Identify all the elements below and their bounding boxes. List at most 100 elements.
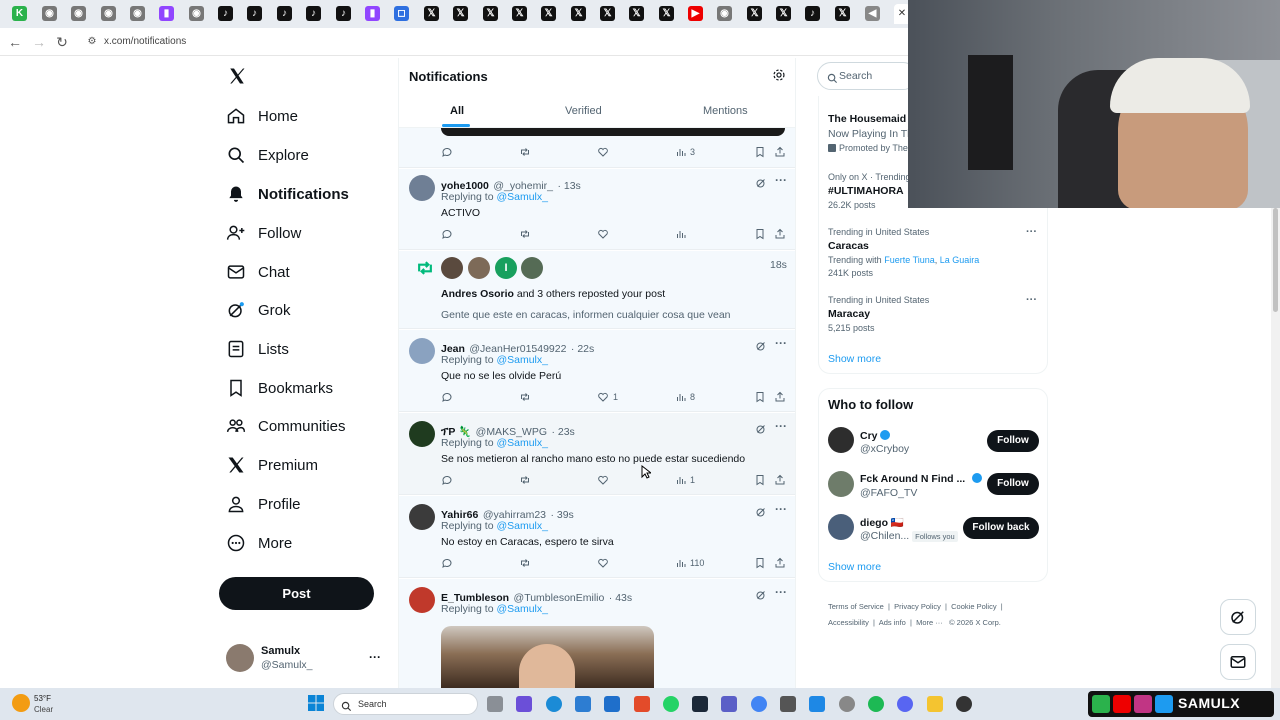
account-more-icon[interactable]: ··· [369, 650, 381, 664]
suggested-user-name[interactable]: diego 🇨🇱 [860, 516, 904, 529]
views-icon[interactable]: 110 [675, 557, 704, 569]
share-icon[interactable] [774, 557, 786, 569]
views-icon[interactable] [675, 228, 687, 240]
app-icon[interactable] [956, 696, 972, 712]
like-icon[interactable] [597, 228, 609, 240]
chrome-icon[interactable] [751, 696, 767, 712]
gear-icon[interactable] [772, 68, 786, 82]
back-icon[interactable]: ← [7, 34, 23, 50]
folder-icon[interactable] [927, 696, 943, 712]
task-view-icon[interactable] [487, 696, 503, 712]
repost-icon[interactable] [519, 391, 531, 403]
avatar[interactable] [828, 514, 854, 540]
reply-icon[interactable] [441, 391, 453, 403]
tiktok-icon[interactable]: ♪ [277, 6, 292, 21]
share-icon[interactable] [774, 146, 786, 158]
teams-icon[interactable] [721, 696, 737, 712]
like-icon[interactable] [597, 474, 609, 486]
mention-link[interactable]: @Samulx_ [496, 603, 548, 615]
search-input[interactable]: Search [817, 62, 917, 90]
like-icon[interactable] [597, 146, 609, 158]
tiktok-icon[interactable]: ♪ [306, 6, 321, 21]
trend-more-icon[interactable]: ··· [1026, 294, 1037, 306]
trend-title[interactable]: Maracay [828, 308, 870, 320]
mention-link[interactable]: @Samulx_ [496, 437, 548, 449]
footer-link[interactable]: Accessibility [828, 618, 869, 627]
windows-start-icon[interactable] [308, 695, 324, 711]
tweet-media-image[interactable] [441, 626, 654, 688]
share-icon[interactable] [774, 391, 786, 403]
taskbar-search[interactable]: Search [333, 693, 478, 715]
more-icon[interactable]: ··· [775, 336, 787, 350]
grok-icon[interactable] [755, 422, 767, 434]
reply-icon[interactable] [441, 146, 453, 158]
bookmark-icon[interactable] [754, 146, 766, 158]
x-icon[interactable]: 𝕏 [571, 6, 586, 21]
bookmark-icon[interactable] [754, 391, 766, 403]
grok-float-button[interactable] [1220, 599, 1256, 635]
reply-icon[interactable] [441, 228, 453, 240]
show-more-link[interactable]: Show more [828, 561, 881, 573]
x-icon[interactable]: 𝕏 [835, 6, 850, 21]
nav-communities[interactable]: Communities [226, 411, 346, 441]
nav-profile[interactable]: Profile [226, 489, 301, 519]
outlook-icon[interactable] [604, 696, 620, 712]
nav-more[interactable]: More [226, 528, 292, 558]
avatar[interactable] [828, 427, 854, 453]
avatar[interactable] [409, 421, 435, 447]
x-icon[interactable]: 𝕏 [776, 6, 791, 21]
follow-button[interactable]: Follow [987, 473, 1039, 495]
follow-back-button[interactable]: Follow back [963, 517, 1039, 539]
chrome-icon[interactable]: ◉ [189, 6, 204, 21]
tiktok-icon[interactable]: ♪ [218, 6, 233, 21]
nav-notifications[interactable]: Notifications [226, 179, 349, 209]
share-icon[interactable] [774, 228, 786, 240]
views-icon[interactable]: 8 [675, 391, 695, 403]
tiktok-icon[interactable]: ♪ [805, 6, 820, 21]
avatar[interactable] [409, 504, 435, 530]
messages-float-button[interactable] [1220, 644, 1256, 680]
nav-lists[interactable]: Lists [226, 334, 289, 364]
scrollbar[interactable] [1271, 208, 1280, 688]
app-icon[interactable] [575, 696, 591, 712]
reply-icon[interactable] [441, 474, 453, 486]
app-icon[interactable]: ◻ [394, 6, 409, 21]
nav-home[interactable]: Home [226, 101, 298, 131]
tiktok-icon[interactable]: ♪ [247, 6, 262, 21]
views-icon[interactable]: 1 [675, 474, 695, 486]
x-icon[interactable]: 𝕏 [629, 6, 644, 21]
bookmark-icon[interactable] [754, 474, 766, 486]
avatar[interactable] [441, 257, 463, 279]
trend-title[interactable]: Caracas [828, 240, 869, 252]
weather-icon[interactable] [12, 694, 30, 712]
mention-link[interactable]: @Samulx_ [496, 191, 548, 203]
discord-icon[interactable] [897, 696, 913, 712]
repost-icon[interactable] [519, 557, 531, 569]
forward-icon[interactable]: → [31, 34, 47, 50]
more-icon[interactable]: ··· [775, 502, 787, 516]
nav-premium[interactable]: Premium [226, 450, 318, 480]
grok-icon[interactable] [755, 339, 767, 351]
x-icon[interactable]: 𝕏 [659, 6, 674, 21]
repost-icon[interactable] [519, 228, 531, 240]
speaker-icon[interactable]: ◀ [865, 6, 880, 21]
avatar[interactable] [226, 644, 254, 672]
trend-title[interactable]: #ULTIMAHORA [828, 185, 904, 197]
x-icon[interactable]: 𝕏 [453, 6, 468, 21]
footer-link[interactable]: Terms of Service [828, 602, 884, 611]
trend-more-icon[interactable]: ··· [1026, 226, 1037, 238]
whatsapp-icon[interactable] [663, 696, 679, 712]
more-icon[interactable]: ··· [775, 585, 787, 599]
chrome-icon[interactable]: ◉ [42, 6, 57, 21]
avatar[interactable] [409, 338, 435, 364]
repost-notification[interactable]: I 18s Andres Osorio and 3 others reposte… [399, 251, 795, 329]
x-logo-icon[interactable] [228, 67, 246, 85]
footer-link[interactable]: More ··· [916, 618, 943, 627]
x-icon[interactable]: 𝕏 [424, 6, 439, 21]
reply-icon[interactable] [441, 557, 453, 569]
x-icon[interactable]: 𝕏 [512, 6, 527, 21]
nav-bookmarks[interactable]: Bookmarks [226, 373, 333, 403]
suggested-user-name[interactable]: Fck Around N Find ... [860, 473, 983, 485]
avatar[interactable] [521, 257, 543, 279]
repost-icon[interactable] [519, 474, 531, 486]
